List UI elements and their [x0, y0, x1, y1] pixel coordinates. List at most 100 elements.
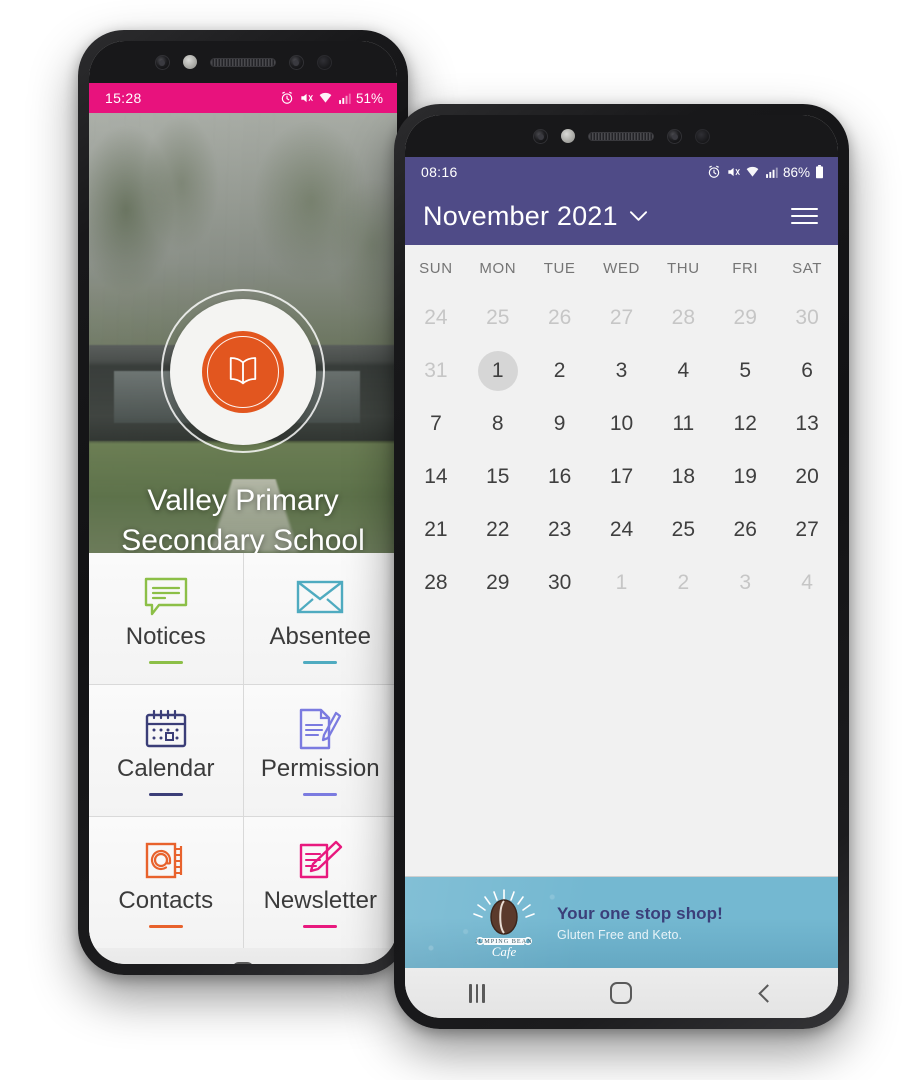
calendar-day-2[interactable]: 2 — [529, 344, 591, 397]
calendar-day-14[interactable]: 14 — [405, 450, 467, 503]
right-phone-screen: 08:16 86% November 2021 SUN MON TUE WED … — [405, 115, 838, 1018]
ad-copy: Your one stop shop! Gluten Free and Keto… — [557, 904, 723, 942]
calendar-day-30[interactable]: 30 — [529, 556, 591, 609]
speech-bubble-icon — [143, 573, 189, 621]
calendar-day-4-adjacent[interactable]: 4 — [776, 556, 838, 609]
tile-underline-newsletter — [303, 924, 338, 928]
school-logo-disc[interactable] — [170, 299, 316, 445]
calendar-day-29-adjacent[interactable]: 29 — [714, 291, 776, 344]
ad-subtext: Gluten Free and Keto. — [557, 927, 683, 942]
calendar-day-22[interactable]: 22 — [467, 503, 529, 556]
note-pencil-icon — [296, 837, 344, 885]
calendar-day-9[interactable]: 9 — [529, 397, 591, 450]
coffee-bean-icon: JUMPING BEAN Cafe — [467, 886, 541, 960]
calendar-day-21[interactable]: 21 — [405, 503, 467, 556]
right-android-nav-bar — [405, 968, 838, 1018]
left-battery-percent: 51% — [355, 90, 383, 106]
left-nav-recents-button[interactable] — [89, 963, 192, 964]
tile-label-contacts: Contacts — [118, 887, 214, 915]
calendar-day-10[interactable]: 10 — [591, 397, 653, 450]
calendar-day-3[interactable]: 3 — [591, 344, 653, 397]
right-phone-inner: 08:16 86% November 2021 SUN MON TUE WED … — [405, 115, 838, 1018]
left-status-bar: 15:28 51% — [89, 83, 397, 113]
proximity-sensor-icon — [561, 129, 575, 143]
weekday-mon: MON — [479, 259, 517, 277]
ad-headline: Your one stop shop! — [557, 903, 723, 923]
calendar-day-1-adjacent[interactable]: 1 — [591, 556, 653, 609]
calendar-day-6[interactable]: 6 — [776, 344, 838, 397]
calendar-day-24-adjacent[interactable]: 24 — [405, 291, 467, 344]
proximity-sensor-icon — [182, 55, 197, 69]
tile-underline-calendar — [148, 792, 183, 796]
selected-day-highlight: 1 — [477, 350, 518, 391]
tile-contacts[interactable]: Contacts — [89, 817, 243, 948]
calendar-day-16[interactable]: 16 — [529, 450, 591, 503]
calendar-day-29[interactable]: 29 — [467, 556, 529, 609]
calendar-day-23[interactable]: 23 — [529, 503, 591, 556]
battery-icon — [816, 165, 823, 179]
tile-newsletter[interactable]: Newsletter — [243, 817, 397, 948]
calendar-day-12[interactable]: 12 — [714, 397, 776, 450]
alarm-icon — [708, 165, 720, 178]
advertisement-banner[interactable]: JUMPING BEAN Cafe Your one stop shop! Gl… — [405, 876, 838, 968]
calendar-day-28-adjacent[interactable]: 28 — [652, 291, 714, 344]
calendar-day-11[interactable]: 11 — [652, 397, 714, 450]
left-nav-home-button[interactable] — [192, 962, 295, 964]
calendar-day-27-adjacent[interactable]: 27 — [591, 291, 653, 344]
right-nav-home-button[interactable] — [549, 982, 693, 1004]
hamburger-menu-icon[interactable] — [791, 207, 818, 225]
svg-text:Cafe: Cafe — [492, 944, 517, 959]
calendar-day-31-adjacent[interactable]: 31 — [405, 344, 467, 397]
calendar-day-3-adjacent[interactable]: 3 — [714, 556, 776, 609]
calendar-day-26[interactable]: 26 — [714, 503, 776, 556]
month-selector[interactable]: November 2021 — [423, 201, 648, 232]
tile-permission[interactable]: Permission — [243, 685, 397, 816]
school-hero-banner: Valley Primary Secondary School — [89, 113, 397, 553]
front-camera-secondary-icon — [667, 128, 682, 144]
mute-icon — [728, 167, 740, 177]
right-nav-back-button[interactable] — [694, 983, 838, 1003]
calendar-day-26-adjacent[interactable]: 26 — [529, 291, 591, 344]
calendar-day-2-adjacent[interactable]: 2 — [652, 556, 714, 609]
tile-absentee[interactable]: Absentee — [243, 553, 397, 684]
calendar-day-4[interactable]: 4 — [652, 344, 714, 397]
calendar-day-13[interactable]: 13 — [776, 397, 838, 450]
calendar-day-8[interactable]: 8 — [467, 397, 529, 450]
right-nav-recents-button[interactable] — [405, 983, 549, 1003]
document-pen-icon — [296, 705, 344, 753]
tile-underline-absentee — [303, 660, 338, 664]
tile-calendar[interactable]: Calendar — [89, 685, 243, 816]
calendar-weekday-header: SUN MON TUE WED THU FRI SAT — [405, 245, 838, 291]
signal-icon — [339, 93, 351, 104]
calendar-day-28[interactable]: 28 — [405, 556, 467, 609]
school-logo-badge — [202, 331, 284, 413]
earpiece-speaker — [209, 57, 276, 67]
left-phone-device: 15:28 51% Valley Primary Secondary Schoo… — [78, 30, 408, 975]
signal-icon — [766, 167, 778, 178]
tile-underline-notices — [148, 660, 183, 664]
calendar-day-18[interactable]: 18 — [652, 450, 714, 503]
right-phone-device: 08:16 86% November 2021 SUN MON TUE WED … — [394, 104, 849, 1029]
right-status-bar: 08:16 86% — [405, 157, 838, 187]
left-status-time: 15:28 — [105, 90, 142, 106]
calendar-day-19[interactable]: 19 — [714, 450, 776, 503]
right-phone-top-bezel — [405, 115, 838, 157]
tile-notices[interactable]: Notices — [89, 553, 243, 684]
calendar-day-24[interactable]: 24 — [591, 503, 653, 556]
mute-icon — [301, 93, 313, 103]
calendar-day-20[interactable]: 20 — [776, 450, 838, 503]
calendar-day-7[interactable]: 7 — [405, 397, 467, 450]
tile-label-calendar: Calendar — [117, 755, 215, 783]
calendar-day-17[interactable]: 17 — [591, 450, 653, 503]
weekday-sun: SUN — [419, 259, 453, 277]
calendar-day-25[interactable]: 25 — [652, 503, 714, 556]
front-camera-icon — [154, 54, 170, 70]
calendar-day-30-adjacent[interactable]: 30 — [776, 291, 838, 344]
calendar-day-25-adjacent[interactable]: 25 — [467, 291, 529, 344]
wifi-icon — [319, 92, 332, 103]
right-status-icons: 86% — [707, 165, 824, 180]
calendar-day-5[interactable]: 5 — [714, 344, 776, 397]
calendar-day-15[interactable]: 15 — [467, 450, 529, 503]
calendar-day-1[interactable]: 1 — [467, 344, 529, 397]
calendar-day-27[interactable]: 27 — [776, 503, 838, 556]
